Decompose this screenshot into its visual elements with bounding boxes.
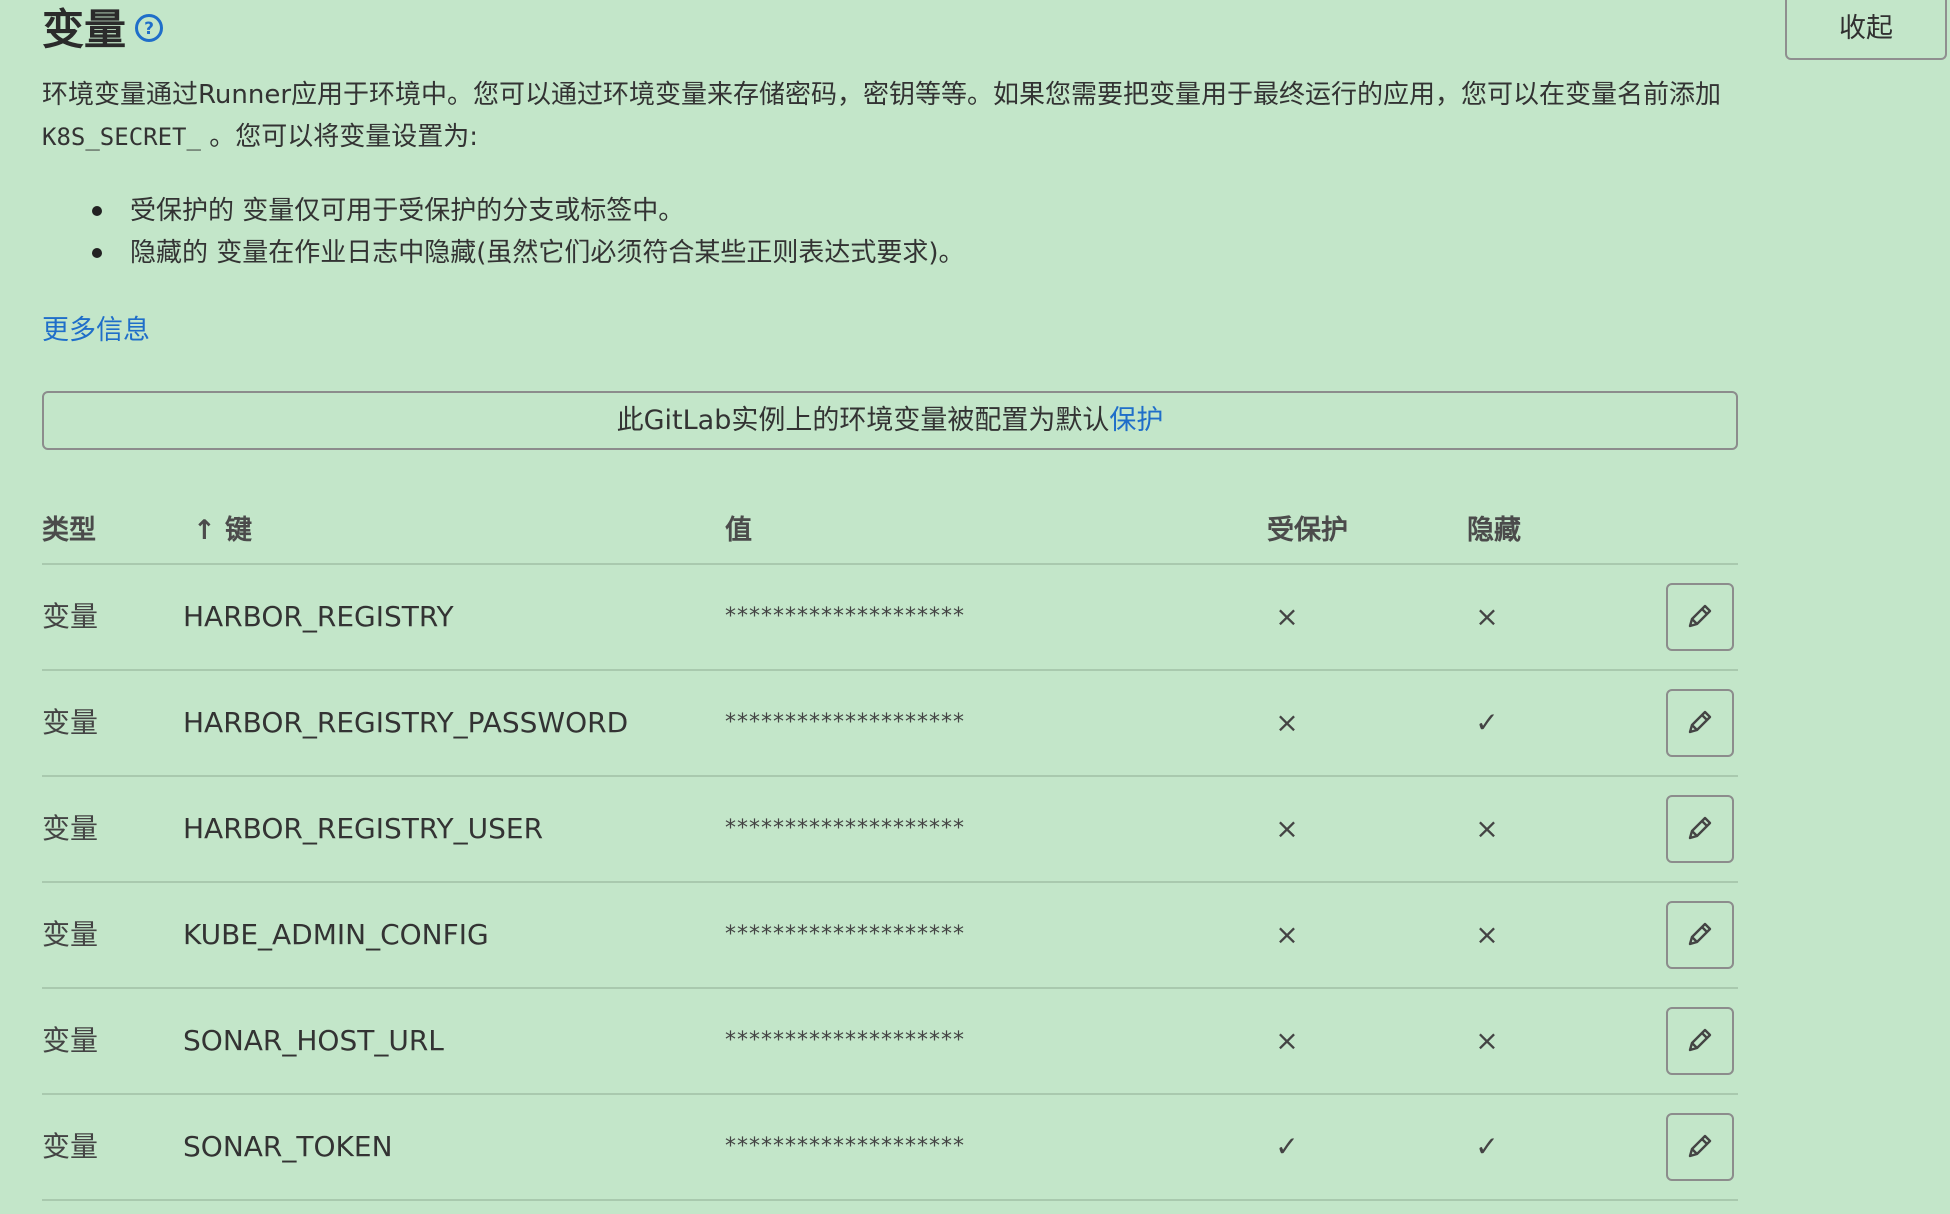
variables-table: 类型 ↑ 键 值 受保护 隐藏 变量 HARBOR_REGISTRY *****…	[42, 490, 1738, 1201]
page-title: 变量	[42, 5, 127, 54]
variable-type: 变量	[42, 812, 99, 845]
edit-variable-button[interactable]	[1666, 583, 1734, 651]
edit-variable-button[interactable]	[1666, 1113, 1734, 1181]
header-type[interactable]: 类型	[42, 508, 96, 547]
header-protected: 受保护	[1267, 515, 1348, 546]
table-row: 变量 HARBOR_REGISTRY_USER ****************…	[42, 777, 1738, 883]
protected-status-icon: ×	[1275, 918, 1299, 951]
section-description: 环境变量通过Runner应用于环境中。您可以通过环境变量来存储密码，密钥等等。如…	[42, 74, 1742, 158]
pencil-icon	[1685, 601, 1715, 634]
variable-type: 变量	[42, 918, 99, 951]
variable-key: HARBOR_REGISTRY_USER	[183, 812, 544, 845]
variable-type: 变量	[42, 706, 99, 739]
more-info-link[interactable]: 更多信息	[42, 308, 150, 347]
table-row: 变量 SONAR_HOST_URL ******************** ×…	[42, 989, 1738, 1095]
notice-text: 此GitLab实例上的环境变量被配置为默认	[616, 405, 1110, 436]
variable-value-masked: ********************	[725, 710, 965, 735]
masked-status-icon: ×	[1475, 918, 1499, 951]
protected-status-icon: ✓	[1275, 1130, 1299, 1163]
description-text-end: 。您可以将变量设置为:	[209, 122, 478, 152]
description-text: 环境变量通过Runner应用于环境中。您可以通过环境变量来存储密码，密钥等等。如…	[42, 80, 1722, 110]
edit-variable-button[interactable]	[1666, 1007, 1734, 1075]
variable-type: 变量	[42, 1130, 99, 1163]
variables-section: 变量 ? 环境变量通过Runner应用于环境中。您可以通过环境变量来存储密码，密…	[42, 0, 1738, 1201]
variable-options-list: 受保护的 变量仅可用于受保护的分支或标签中。 隐藏的 变量在作业日志中隐藏(虽然…	[42, 190, 965, 274]
pencil-icon	[1685, 1131, 1715, 1164]
k8s-secret-prefix: K8S_SECRET_	[42, 123, 201, 151]
protected-status-icon: ×	[1275, 600, 1299, 633]
list-item-protected: 受保护的 变量仅可用于受保护的分支或标签中。	[92, 190, 965, 232]
variable-value-masked: ********************	[725, 604, 965, 629]
masked-status-icon: ✓	[1475, 1130, 1499, 1163]
edit-variable-button[interactable]	[1666, 901, 1734, 969]
variable-value-masked: ********************	[725, 922, 965, 947]
masked-status-icon: ×	[1475, 812, 1499, 845]
table-header: 类型 ↑ 键 值 受保护 隐藏	[42, 490, 1738, 565]
variable-type: 变量	[42, 600, 99, 633]
protected-link[interactable]: 保护	[1109, 405, 1163, 436]
pencil-icon	[1685, 919, 1715, 952]
pencil-icon	[1685, 707, 1715, 740]
pencil-icon	[1685, 813, 1715, 846]
variable-value-masked: ********************	[725, 1134, 965, 1159]
table-row: 变量 KUBE_ADMIN_CONFIG *******************…	[42, 883, 1738, 989]
variable-key: HARBOR_REGISTRY	[183, 600, 454, 633]
variable-value-masked: ********************	[725, 1028, 965, 1053]
collapse-button[interactable]: 收起	[1785, 0, 1947, 60]
header-masked: 隐藏	[1467, 515, 1521, 546]
variable-key: SONAR_TOKEN	[183, 1130, 393, 1163]
help-icon[interactable]: ?	[134, 13, 164, 43]
table-row: 变量 HARBOR_REGISTRY_PASSWORD ************…	[42, 671, 1738, 777]
list-item-masked: 隐藏的 变量在作业日志中隐藏(虽然它们必须符合某些正则表达式要求)。	[92, 232, 965, 274]
header-value: 值	[725, 515, 752, 546]
protected-status-icon: ×	[1275, 812, 1299, 845]
header-key[interactable]: ↑ 键	[193, 508, 252, 547]
edit-variable-button[interactable]	[1666, 689, 1734, 757]
variable-key: KUBE_ADMIN_CONFIG	[183, 918, 489, 951]
variable-type: 变量	[42, 1024, 99, 1057]
edit-variable-button[interactable]	[1666, 795, 1734, 863]
svg-text:?: ?	[144, 19, 154, 39]
pencil-icon	[1685, 1025, 1715, 1058]
table-row: 变量 SONAR_TOKEN ******************** ✓ ✓	[42, 1095, 1738, 1201]
variable-value-masked: ********************	[725, 816, 965, 841]
protected-status-icon: ×	[1275, 706, 1299, 739]
protected-default-notice: 此GitLab实例上的环境变量被配置为默认保护	[42, 391, 1738, 450]
table-row: 变量 HARBOR_REGISTRY ******************** …	[42, 565, 1738, 671]
masked-status-icon: ✓	[1475, 706, 1499, 739]
masked-status-icon: ×	[1475, 600, 1499, 633]
protected-status-icon: ×	[1275, 1024, 1299, 1057]
variable-key: HARBOR_REGISTRY_PASSWORD	[183, 706, 629, 739]
variable-key: SONAR_HOST_URL	[183, 1024, 444, 1057]
masked-status-icon: ×	[1475, 1024, 1499, 1057]
section-header: 变量 ?	[42, 0, 1738, 60]
